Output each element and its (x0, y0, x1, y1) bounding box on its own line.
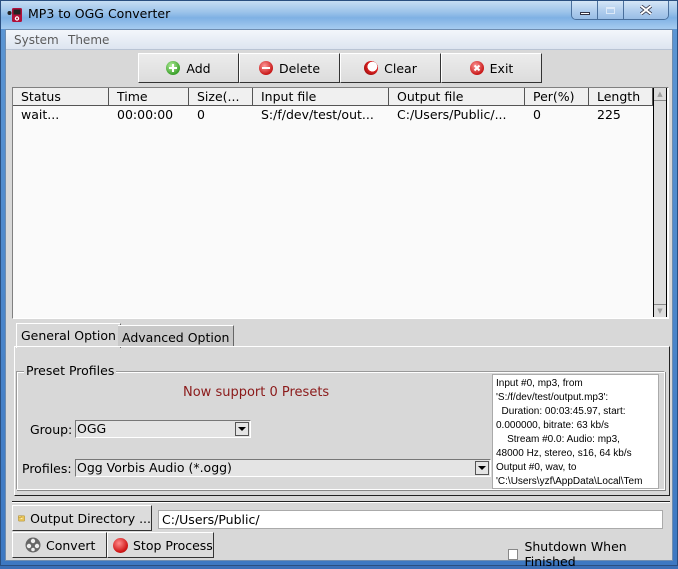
tab-general-option[interactable]: General Option (16, 323, 121, 348)
presets-count-note: Now support 0 Presets (183, 385, 330, 400)
menu-system[interactable]: System (14, 33, 59, 47)
add-icon (166, 61, 181, 75)
shutdown-label: Shutdown When Finished (524, 539, 627, 569)
minimize-icon (579, 11, 590, 15)
cell-output-file: C:/Users/Public/... (397, 107, 507, 122)
column-header-size[interactable]: Size(... (189, 88, 253, 105)
close-icon (640, 5, 652, 15)
column-header-time[interactable]: Time (109, 88, 189, 105)
output-directory-input[interactable]: C:/Users/Public/ (158, 510, 663, 529)
profiles-select[interactable]: Ogg Vorbis Audio (*.ogg) (75, 459, 491, 477)
add-label: Add (186, 60, 211, 76)
minimize-button[interactable] (572, 1, 598, 19)
menu-bar: System Theme (6, 30, 672, 50)
preset-profiles-legend: Preset Profiles (24, 363, 117, 378)
output-directory-label: Output Directory ... (30, 510, 151, 526)
conversion-info-log[interactable]: Input #0, mp3, from 'S:/f/dev/test/outpu… (492, 374, 659, 489)
scroll-down-arrow-icon[interactable]: ▼ (654, 304, 666, 317)
app-logo-icon (7, 8, 22, 22)
cell-status: wait... (21, 107, 60, 122)
profiles-select-value: Ogg Vorbis Audio (*.ogg) (77, 460, 232, 475)
stop-process-label: Stop Process (133, 537, 213, 553)
cell-input-file: S:/f/dev/test/out... (261, 107, 374, 122)
convert-label: Convert (46, 537, 96, 553)
maximize-button[interactable] (598, 1, 624, 19)
column-header-input-file[interactable]: Input file (253, 88, 389, 105)
app-window: MP3 to OGG Converter System Theme Add De… (0, 0, 678, 569)
delete-label: Delete (278, 60, 321, 76)
stop-icon (113, 537, 128, 553)
close-button[interactable] (624, 1, 668, 19)
delete-icon (258, 61, 273, 75)
profiles-label: Profiles: (22, 461, 72, 476)
maximize-icon (606, 6, 615, 14)
tab-advanced-option[interactable]: Advanced Option (118, 325, 235, 347)
cell-length: 225 (597, 107, 621, 122)
clear-button[interactable]: Clear (340, 53, 441, 83)
title-bar[interactable]: MP3 to OGG Converter (1, 1, 677, 29)
group-select[interactable]: OGG (75, 420, 251, 438)
column-header-output-file[interactable]: Output file (389, 88, 525, 105)
chevron-down-icon[interactable] (475, 461, 489, 475)
chevron-down-icon[interactable] (235, 422, 249, 436)
clear-icon (364, 61, 379, 75)
window-controls (571, 1, 669, 20)
cell-size: 0 (197, 107, 205, 122)
shutdown-checkbox[interactable] (508, 548, 519, 560)
scroll-up-arrow-icon[interactable]: ▲ (654, 88, 666, 101)
vertical-scrollbar[interactable]: ▲ ▼ (653, 88, 667, 317)
stop-process-button[interactable]: Stop Process (107, 532, 214, 558)
file-list[interactable]: Status Time Size(... Input file Output f… (12, 87, 669, 319)
shutdown-when-finished[interactable]: Shutdown When Finished (508, 539, 672, 569)
folder-icon (18, 515, 25, 522)
add-button[interactable]: Add (138, 53, 239, 83)
column-header-length[interactable]: Length (589, 88, 653, 105)
column-header-status[interactable]: Status (13, 88, 109, 105)
exit-label: Exit (489, 60, 514, 76)
cell-percent: 0 (533, 107, 541, 122)
column-header-percent[interactable]: Per(%) (525, 88, 589, 105)
exit-icon (469, 61, 484, 75)
client-area: System Theme Add Delete Clear Exit Statu… (5, 29, 673, 569)
section-divider (12, 501, 670, 503)
exit-button[interactable]: Exit (441, 53, 542, 83)
group-select-value: OGG (77, 421, 107, 436)
cell-time: 00:00:00 (117, 107, 174, 122)
menu-theme[interactable]: Theme (68, 33, 109, 47)
output-directory-button[interactable]: Output Directory ... (12, 505, 152, 531)
film-reel-icon (25, 537, 41, 553)
clear-label: Clear (384, 60, 417, 76)
group-label: Group: (30, 422, 73, 437)
delete-button[interactable]: Delete (239, 53, 340, 83)
window-title: MP3 to OGG Converter (28, 6, 171, 21)
convert-button[interactable]: Convert (12, 532, 107, 558)
file-list-header: Status Time Size(... Input file Output f… (13, 88, 653, 106)
